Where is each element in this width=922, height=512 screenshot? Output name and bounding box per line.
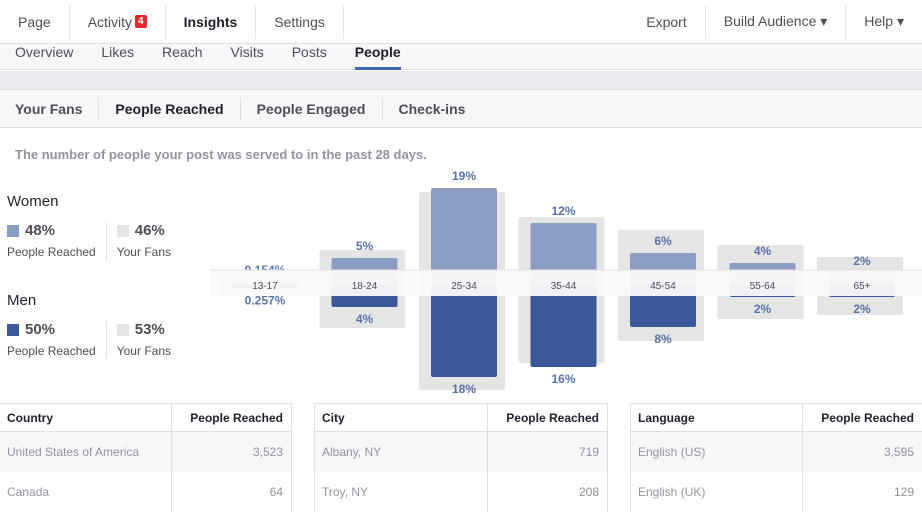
column-header[interactable]: Language: [631, 411, 802, 425]
age-tick-label: 13-17: [252, 281, 278, 292]
women-reached-value: 48%: [25, 222, 56, 239]
women-value-label: 2%: [853, 254, 871, 268]
age-tick-label: 18-24: [352, 281, 378, 292]
fans-swatch: [116, 224, 129, 237]
men-value-label: 8%: [654, 332, 672, 346]
men-bar: [431, 285, 497, 377]
women-value-label: 6%: [654, 234, 672, 248]
row-name: English (US): [638, 445, 706, 459]
table-row: Albany, NY 719: [315, 432, 607, 472]
subnav-likes[interactable]: Likes: [101, 44, 134, 70]
nav-settings[interactable]: Settings: [256, 4, 344, 39]
nav-activity[interactable]: Activity 4: [70, 4, 166, 39]
table-row: United States of America 3,523: [0, 432, 291, 472]
women-value-label: 4%: [754, 244, 772, 258]
nav-activity-label: Activity: [87, 13, 133, 30]
table-row: Troy, NY 208: [315, 472, 607, 512]
women-legend: Women 48% People Reached 46% Your Fans: [7, 193, 181, 259]
row-name: United States of America: [7, 445, 140, 459]
divider-band: [0, 71, 922, 90]
women-value-label: 19%: [452, 169, 476, 183]
men-value-label: 4%: [356, 312, 374, 326]
row-name: Canada: [7, 485, 50, 499]
people-tabs: Your Fans People Reached People Engaged …: [0, 90, 922, 128]
age-tick-label: 25-34: [451, 281, 477, 292]
subnav-visits[interactable]: Visits: [231, 44, 264, 70]
men-value-label: 18%: [452, 382, 476, 396]
women-title: Women: [7, 193, 59, 210]
table-header: Country People Reached: [0, 404, 291, 432]
city-table: City People Reached Albany, NY 719 Troy, NY 2…: [315, 403, 607, 512]
help-dropdown[interactable]: Help ▾: [846, 5, 922, 39]
tab-people-engaged[interactable]: People Engaged: [241, 97, 383, 120]
table-header: City People Reached: [315, 404, 607, 432]
column-header[interactable]: People Reached: [487, 404, 607, 431]
subnav-posts[interactable]: Posts: [292, 44, 327, 70]
fans-swatch: [116, 323, 129, 336]
tab-people-reached[interactable]: People Reached: [99, 97, 241, 120]
row-value: 64: [171, 472, 291, 512]
nav-insights[interactable]: Insights: [166, 4, 257, 39]
men-value-label: 2%: [754, 302, 772, 316]
nav-page[interactable]: Page: [0, 4, 70, 39]
insights-subnav: Overview Likes Reach Visits Posts People: [0, 44, 922, 70]
your-fans-label: Your Fans: [116, 344, 171, 358]
age-gender-chart: 0.154%0.257%5%4%19%18%12%16%6%8%4%2%2%2%…: [210, 169, 922, 396]
table-row: English (UK) 129: [631, 472, 922, 512]
build-audience-dropdown[interactable]: Build Audience ▾: [706, 4, 847, 39]
language-table: Language People Reached English (US) 3,595 E…: [631, 403, 922, 512]
people-reached-label: People Reached: [7, 245, 96, 259]
export-button[interactable]: Export: [628, 4, 706, 39]
men-swatch: [7, 323, 19, 336]
men-value-label: 16%: [551, 372, 575, 386]
men-reached-value: 50%: [25, 321, 56, 338]
row-value: 3,523: [171, 432, 291, 472]
age-tick-label: 65+: [854, 281, 871, 292]
women-fans-value: 46%: [134, 222, 165, 239]
tab-check-ins[interactable]: Check-ins: [383, 98, 482, 120]
top-nav: Page Activity 4 Insights Settings Export …: [0, 0, 922, 44]
your-fans-label: Your Fans: [116, 245, 171, 259]
column-header[interactable]: People Reached: [802, 404, 922, 431]
row-name: Troy, NY: [322, 485, 369, 499]
table-gap: [607, 403, 631, 512]
notification-badge: 4: [135, 15, 147, 28]
row-value: 3,595: [802, 432, 922, 472]
women-value-label: 5%: [356, 239, 374, 253]
men-value-label: 2%: [853, 302, 871, 316]
table-row: English (US) 3,595: [631, 432, 922, 472]
column-header[interactable]: People Reached: [171, 404, 291, 431]
table-header: Language People Reached: [631, 404, 922, 432]
age-tick-label: 45-54: [650, 281, 676, 292]
age-tick-label: 55-64: [750, 281, 776, 292]
row-name: Albany, NY: [322, 445, 382, 459]
age-tick-label: 35-44: [551, 281, 577, 292]
men-title: Men: [7, 292, 37, 309]
column-header[interactable]: City: [315, 411, 487, 425]
row-value: 129: [802, 472, 922, 512]
column-header[interactable]: Country: [0, 411, 171, 425]
chart-description: The number of people your post was serve…: [15, 147, 427, 162]
row-value: 719: [487, 432, 607, 472]
subnav-people[interactable]: People: [354, 44, 401, 70]
men-fans-value: 53%: [134, 321, 165, 338]
location-tables: Country People Reached United States of Am…: [0, 403, 922, 512]
subnav-overview[interactable]: Overview: [15, 44, 73, 70]
row-value: 208: [487, 472, 607, 512]
row-name: English (UK): [638, 485, 706, 499]
country-table: Country People Reached United States of Am…: [0, 403, 291, 512]
women-swatch: [7, 224, 19, 237]
women-value-label: 12%: [551, 204, 575, 218]
table-row: Canada 64: [0, 472, 291, 512]
men-bar: [530, 285, 597, 367]
men-legend: Men 50% People Reached 53% Your Fans: [7, 292, 181, 358]
subnav-reach[interactable]: Reach: [162, 44, 202, 70]
table-gap: [291, 403, 315, 512]
people-reached-label: People Reached: [7, 344, 96, 358]
tab-your-fans[interactable]: Your Fans: [0, 97, 100, 120]
